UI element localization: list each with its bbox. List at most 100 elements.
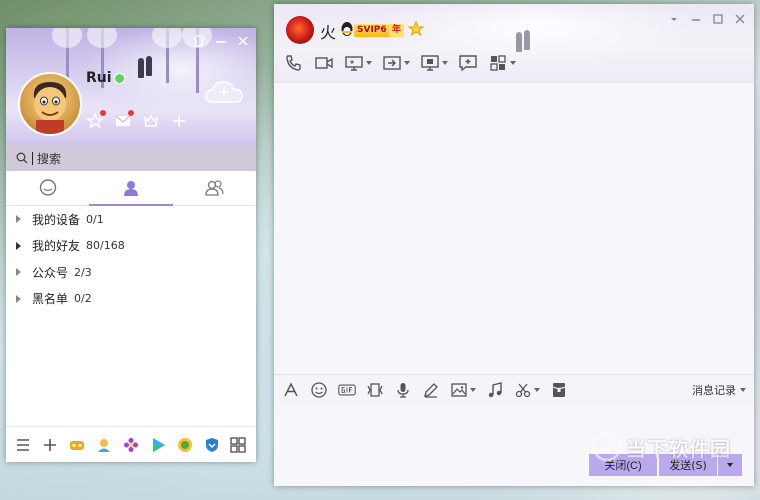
tab-groups[interactable]	[173, 171, 256, 205]
profile-banner: Rui	[6, 28, 256, 145]
tab-contacts[interactable]	[89, 171, 173, 206]
contact-group-official[interactable]: 公众号 2/3	[6, 259, 256, 286]
scissors-icon	[514, 381, 532, 399]
remote-desktop-button[interactable]	[420, 54, 448, 72]
message-history-button[interactable]: 消息记录	[692, 382, 746, 398]
dropdown-arrow-icon[interactable]	[510, 61, 516, 65]
video-play-icon[interactable]	[149, 436, 167, 454]
contact-avatar[interactable]	[286, 16, 314, 44]
window-controls	[192, 34, 250, 48]
group-name: 黑名单	[32, 292, 69, 307]
screen-share-button[interactable]	[344, 54, 372, 72]
scene-figure	[524, 30, 530, 50]
close-icon[interactable]	[236, 34, 250, 48]
qq-penguin-icon[interactable]	[340, 21, 354, 37]
online-status-icon[interactable]	[114, 73, 125, 84]
username[interactable]: Rui	[86, 70, 112, 86]
chat-bubble-icon	[38, 178, 58, 198]
minimize-icon[interactable]	[214, 34, 228, 48]
screenshot-cut-button[interactable]	[514, 381, 540, 399]
star-icon[interactable]	[408, 21, 424, 37]
scene-figure	[516, 32, 522, 52]
mail-icon[interactable]	[114, 110, 134, 130]
dropdown-arrow-icon[interactable]	[470, 387, 476, 392]
red-packet-icon[interactable]	[550, 381, 568, 399]
year-badge[interactable]: 年	[389, 24, 404, 37]
search-icon	[16, 152, 28, 164]
dropdown-icon[interactable]	[668, 13, 680, 25]
flower-icon[interactable]	[122, 436, 140, 454]
add-conversation-button[interactable]	[458, 54, 478, 72]
coin-icon[interactable]	[176, 436, 194, 454]
music-icon[interactable]	[486, 381, 504, 399]
game-icon[interactable]	[68, 436, 86, 454]
group-icon	[203, 178, 225, 198]
contact-group-friends[interactable]: 我的好友 80/168	[6, 233, 256, 260]
watermark: 当下软件园	[592, 432, 731, 462]
screenshot-icon[interactable]	[366, 381, 384, 399]
image-icon	[450, 381, 468, 399]
cloud-icon[interactable]	[204, 78, 244, 106]
dropdown-arrow-icon[interactable]	[404, 61, 410, 65]
message-area[interactable]	[274, 83, 754, 373]
scene-figure	[146, 56, 152, 76]
expand-arrow-icon	[16, 215, 21, 224]
qzone-icon[interactable]	[95, 436, 113, 454]
group-count: 0/2	[74, 292, 92, 306]
group-count: 80/168	[86, 239, 125, 253]
close-icon[interactable]	[734, 13, 746, 25]
contact-group-blacklist[interactable]: 黑名单 0/2	[6, 286, 256, 313]
qzone-crown-icon[interactable]	[142, 112, 160, 130]
contact-group-devices[interactable]: 我的设备 0/1	[6, 206, 256, 233]
more-apps-button[interactable]	[488, 54, 516, 72]
voice-call-button[interactable]	[284, 54, 304, 72]
dropdown-arrow-icon[interactable]	[442, 61, 448, 65]
person-icon	[121, 178, 141, 198]
expand-arrow-icon	[16, 268, 21, 277]
remote-desktop-icon	[420, 54, 440, 72]
apps-grid-icon[interactable]	[229, 436, 247, 454]
add-icon[interactable]	[41, 436, 59, 454]
file-transfer-button[interactable]	[382, 54, 410, 72]
dropdown-arrow-icon[interactable]	[534, 387, 540, 392]
svip-badge[interactable]: SVIP6	[354, 24, 390, 37]
input-toolbar: 消息记录	[274, 374, 754, 404]
expand-arrow-icon	[16, 294, 21, 303]
tab-messages[interactable]	[6, 171, 89, 205]
skin-icon[interactable]	[192, 34, 206, 48]
scene-figure	[138, 58, 144, 78]
vip-star-icon[interactable]	[86, 110, 106, 130]
more-apps-icon	[488, 54, 508, 72]
shield-icon[interactable]	[203, 436, 221, 454]
main-panel: Rui 搜索 我的设备 0/1 我的好友 80/168 公众号 2/3 黑名单 …	[6, 28, 256, 462]
font-icon[interactable]	[282, 381, 300, 399]
emoji-icon[interactable]	[310, 381, 328, 399]
group-name: 我的好友	[32, 239, 81, 254]
group-count: 2/3	[74, 265, 92, 279]
video-call-button[interactable]	[314, 54, 334, 72]
screen-share-icon	[344, 54, 364, 72]
gif-icon[interactable]	[338, 381, 356, 399]
dropdown-arrow-icon[interactable]	[366, 61, 372, 65]
window-controls	[668, 13, 746, 25]
handwrite-icon[interactable]	[422, 381, 440, 399]
contact-name[interactable]: 火	[320, 19, 336, 43]
main-tabs	[6, 171, 256, 206]
group-name: 公众号	[32, 265, 69, 280]
watermark-text: 当下软件园	[626, 436, 731, 461]
maximize-icon[interactable]	[712, 13, 724, 25]
expand-arrow-icon	[16, 241, 21, 250]
image-button[interactable]	[450, 381, 476, 399]
voice-icon[interactable]	[394, 381, 412, 399]
search-input[interactable]: 搜索	[37, 150, 61, 167]
file-transfer-icon	[382, 54, 402, 72]
menu-icon[interactable]	[14, 436, 32, 454]
avatar[interactable]	[18, 72, 82, 136]
profile-actions	[86, 110, 188, 130]
search-bar[interactable]: 搜索	[6, 145, 256, 171]
chat-window: 火 SVIP6 年 消息记录 关闭(C) 发送(S)	[274, 4, 754, 486]
chevron-down-icon	[727, 463, 733, 467]
minimize-icon[interactable]	[690, 13, 702, 25]
add-status-icon[interactable]	[170, 112, 188, 130]
history-label: 消息记录	[692, 383, 736, 397]
